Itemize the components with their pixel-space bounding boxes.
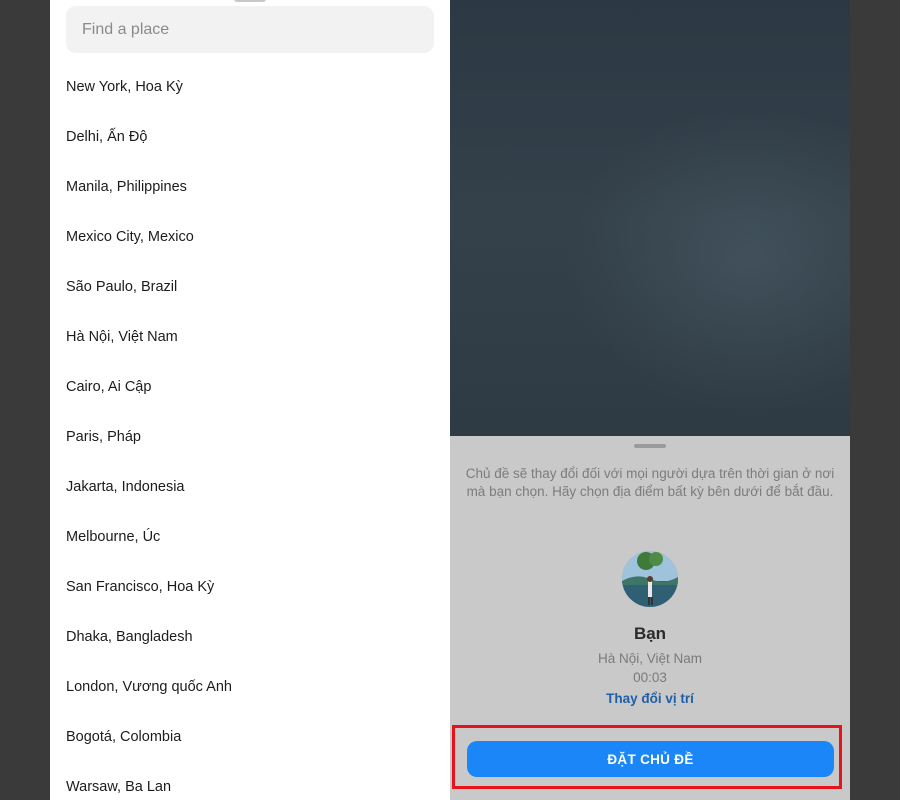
- place-item[interactable]: Paris, Pháp: [50, 412, 450, 462]
- place-picker-sheet: New York, Hoa Kỳ Delhi, Ấn Độ Manila, Ph…: [50, 0, 450, 800]
- place-item[interactable]: Cairo, Ai Cập: [50, 362, 450, 412]
- search-input[interactable]: [66, 6, 434, 53]
- place-item[interactable]: Jakarta, Indonesia: [50, 462, 450, 512]
- sheet-drag-handle[interactable]: [234, 0, 266, 2]
- place-item[interactable]: San Francisco, Hoa Kỳ: [50, 562, 450, 612]
- theme-preview: Chủ đề sẽ thay đổi đối với mọi người dựa…: [450, 0, 850, 800]
- theme-info-sheet: Chủ đề sẽ thay đổi đối với mọi người dựa…: [450, 436, 850, 800]
- avatar-photo-icon: [622, 551, 678, 607]
- place-item[interactable]: Warsaw, Ba Lan: [50, 762, 450, 800]
- place-list: New York, Hoa Kỳ Delhi, Ấn Độ Manila, Ph…: [50, 62, 450, 800]
- place-item[interactable]: Manila, Philippines: [50, 162, 450, 212]
- place-item[interactable]: New York, Hoa Kỳ: [50, 62, 450, 112]
- set-theme-button[interactable]: ĐẶT CHỦ ĐỀ: [467, 741, 834, 777]
- user-time: 00:03: [633, 670, 667, 685]
- change-location-link[interactable]: Thay đổi vị trí: [450, 691, 850, 706]
- place-item[interactable]: Mexico City, Mexico: [50, 212, 450, 262]
- place-item[interactable]: Delhi, Ấn Độ: [50, 112, 450, 162]
- user-name: Bạn: [633, 624, 667, 643]
- user-location: Hà Nội, Việt Nam: [597, 651, 703, 666]
- place-item[interactable]: London, Vương quốc Anh: [50, 662, 450, 712]
- right-margin: [850, 0, 900, 800]
- avatar: [622, 551, 678, 607]
- place-item[interactable]: Hà Nội, Việt Nam: [50, 312, 450, 362]
- place-item[interactable]: Melbourne, Úc: [50, 512, 450, 562]
- theme-description: Chủ đề sẽ thay đổi đối với mọi người dựa…: [465, 466, 835, 499]
- place-item[interactable]: Bogotá, Colombia: [50, 712, 450, 762]
- sheet-drag-handle[interactable]: [634, 444, 666, 448]
- place-item[interactable]: Dhaka, Bangladesh: [50, 612, 450, 662]
- place-item[interactable]: São Paulo, Brazil: [50, 262, 450, 312]
- theme-background: [450, 0, 850, 436]
